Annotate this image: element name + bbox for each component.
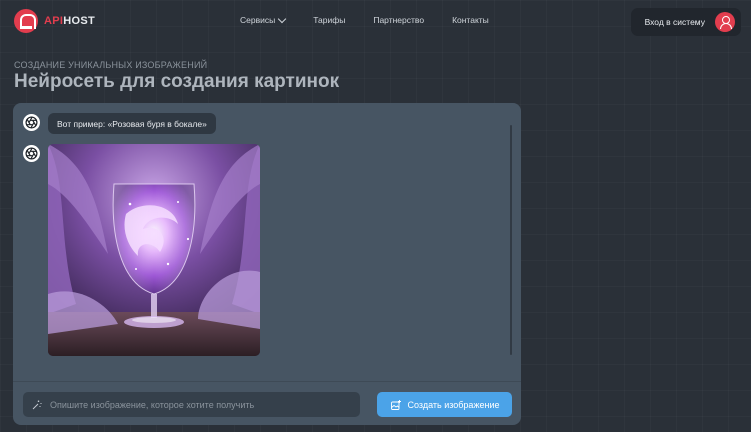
nav-item-services[interactable]: Сервисы	[240, 14, 287, 25]
page-eyebrow: СОЗДАНИЕ УНИКАЛЬНЫХ ИЗОБРАЖЕНИЙ	[14, 60, 208, 70]
login-label: Вход в систему	[644, 17, 705, 27]
prompt-field[interactable]	[23, 392, 360, 417]
chat-scrollbar[interactable]	[510, 125, 512, 355]
header: APIHOST Сервисы Тарифы Партнерство Конта…	[0, 0, 751, 44]
chevron-down-icon	[277, 14, 287, 23]
user-icon	[715, 12, 735, 32]
nav-item-label: Тарифы	[313, 15, 346, 25]
logo[interactable]: APIHOST	[14, 9, 95, 33]
aperture-icon	[23, 145, 40, 162]
create-image-button[interactable]: Создать изображение	[377, 392, 512, 417]
create-image-label: Создать изображение	[407, 399, 500, 410]
page-title: Нейросеть для создания картинок	[14, 71, 340, 92]
nav-item-label: Контакты	[452, 15, 489, 25]
nav-item-label: Партнерство	[373, 15, 425, 25]
nav-item-contacts[interactable]: Контакты	[452, 15, 489, 25]
magic-wand-icon	[32, 400, 42, 409]
generated-image[interactable]	[48, 144, 260, 356]
prompt-input[interactable]	[50, 399, 340, 410]
image-create-icon	[390, 399, 401, 410]
aperture-icon	[23, 114, 40, 131]
nav-item-label: Сервисы	[240, 15, 276, 25]
nav-item-tariffs[interactable]: Тарифы	[313, 15, 345, 25]
login-button[interactable]: Вход в систему	[631, 8, 741, 36]
chat-panel: Вот пример: «Розовая буря в бокале» Опиш…	[13, 103, 521, 425]
nav-item-partnership[interactable]: Партнерство	[373, 15, 424, 25]
composer-divider	[13, 381, 521, 382]
logo-text: APIHOST	[44, 15, 96, 27]
main-nav: Сервисы Тарифы Партнерство Контакты	[240, 14, 517, 25]
example-message-bubble: Вот пример: «Розовая буря в бокале»	[48, 113, 216, 134]
logo-icon	[14, 9, 38, 33]
